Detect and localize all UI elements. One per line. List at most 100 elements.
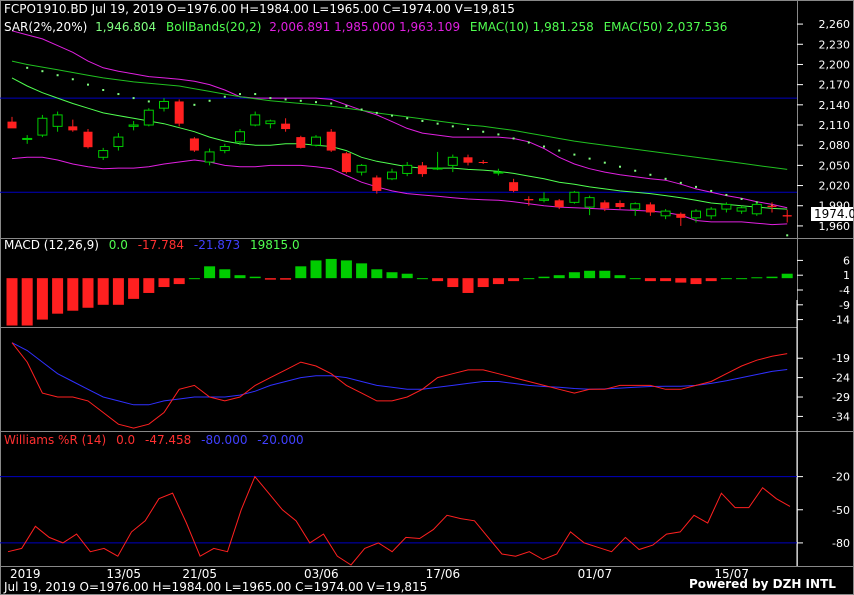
sar-dot (71, 78, 74, 81)
chart-canvas[interactable]: 2,260 2,230 2,200 2,170 2,140 2,110 2,080 2,050… (0, 0, 854, 595)
boll-lower-line (11, 156, 788, 226)
sar-dot (132, 97, 135, 100)
sar-dot (649, 173, 652, 176)
candle-body-up (387, 171, 397, 180)
sar-dot (786, 234, 789, 237)
macd-histogram-bar (523, 278, 535, 280)
sar-dot (102, 89, 105, 92)
price-axis-tick-label: 2,110 (819, 119, 851, 132)
williams-pane[interactable] (0, 475, 797, 566)
candle-body-down (509, 182, 519, 191)
sar-dot (330, 102, 333, 105)
macd-histogram-bar (508, 278, 520, 282)
macd-histogram-bar (340, 260, 352, 279)
sar-dot (117, 93, 120, 96)
price-pane[interactable] (0, 30, 797, 237)
sar-label: SAR(2%,20%) (4, 20, 87, 34)
date-tick-label: 17/06 (426, 567, 461, 581)
macd-lines-axis-tick-label: -29 (832, 391, 850, 404)
macd-histogram-bar (128, 278, 140, 299)
macd-histogram-bar (188, 278, 200, 280)
sar-dot (345, 105, 348, 108)
sar-dot (664, 177, 667, 180)
candle-body-down (767, 205, 777, 208)
macd-histogram-bar (371, 269, 383, 279)
candle-body-up (402, 164, 413, 174)
candle-body-down (372, 177, 382, 191)
macd-histogram-bar (766, 276, 778, 279)
sar-dot (360, 108, 363, 111)
candle-body-up (539, 198, 549, 201)
macd-histogram-bar (660, 278, 672, 282)
macd-histogram-pane[interactable] (6, 258, 793, 326)
macd-histogram-bar (310, 260, 322, 279)
macd-histogram-bar (599, 270, 611, 279)
sar-dot (543, 145, 545, 148)
date-tick-label: 01/07 (578, 567, 613, 581)
candle-body-up (432, 167, 443, 170)
macd-histogram-bar (325, 258, 337, 279)
candle-body-down (296, 137, 306, 148)
boll-mid-line (11, 77, 788, 210)
candle-body-up (37, 117, 48, 136)
sar-dot (254, 93, 257, 96)
candle-body-down (463, 157, 473, 163)
date-tick-label: 13/05 (106, 567, 141, 581)
williams-axis-tick-label: -80 (832, 537, 850, 550)
macd-axis-tick-label: 6 (843, 254, 850, 267)
macd-histogram-bar (675, 278, 687, 283)
macd-histogram-bar (477, 278, 489, 288)
candle-body-up (569, 191, 580, 203)
candle-body-down (7, 121, 17, 129)
candle-body-up (159, 100, 169, 109)
candle-body-up (311, 136, 321, 146)
candle-body-down (281, 123, 291, 130)
macd-histogram-bar (553, 275, 565, 279)
emac50-label: EMAC(50) 2,037.536 (604, 20, 728, 34)
macd-histogram-bar (21, 278, 33, 326)
candle-body-up (250, 114, 261, 126)
macd-histogram-bar (356, 263, 368, 279)
williams-axis-tick-label: -50 (832, 504, 850, 517)
macd-histogram-bar (629, 278, 641, 280)
price-axis-tick-label: 2,170 (819, 79, 851, 92)
williams-header: Williams %R (14) 0.0 -47.458 -80.000 -20… (4, 433, 304, 447)
macd-histogram-bar (584, 270, 596, 279)
sar-dot (299, 99, 302, 102)
candle-body-down (189, 138, 199, 151)
sar-dot (603, 161, 606, 164)
macd-histogram-bar (492, 278, 504, 285)
candle-body-up (691, 210, 701, 219)
williams-label: Williams %R (14) (4, 433, 106, 447)
price-axis-tick-label: 2,230 (819, 38, 851, 51)
macd-histogram-bar (143, 278, 155, 293)
candle-body-up (721, 203, 732, 210)
sar-dot (619, 165, 621, 168)
macd-lines-pane[interactable] (11, 342, 788, 429)
price-axis-tick-label: 2,260 (819, 18, 851, 31)
price-axis-tick-label: 2,140 (819, 99, 851, 112)
candle-body-up (128, 124, 139, 127)
macd-histogram-bar (705, 278, 717, 282)
candle-body-up (265, 120, 276, 125)
candle-body-down (782, 215, 792, 217)
candle-body-up (447, 156, 458, 166)
sar-dot (451, 125, 454, 128)
axes: 2,260 2,230 2,200 2,170 2,140 2,110 2,080 2,050… (797, 18, 850, 550)
price-axis-tick-label: 2,050 (819, 159, 851, 172)
sar-dot (223, 95, 226, 98)
candle-body-down (600, 202, 610, 209)
macd-line (11, 342, 788, 429)
candle-body-down (83, 131, 93, 148)
macd-lines-axis-tick-label: -34 (832, 410, 850, 423)
macd-histogram-bar (462, 278, 474, 293)
sar-dot (193, 103, 196, 106)
macd-histogram-bar (416, 278, 428, 280)
date-tick-label: 21/05 (182, 567, 217, 581)
sar-dot (467, 128, 469, 131)
candle-body-up (751, 203, 762, 215)
macd-histogram-bar (401, 273, 413, 279)
macd-histogram-bar (781, 273, 793, 279)
macd-histogram-bar (644, 278, 656, 282)
emac50-line (11, 60, 788, 170)
